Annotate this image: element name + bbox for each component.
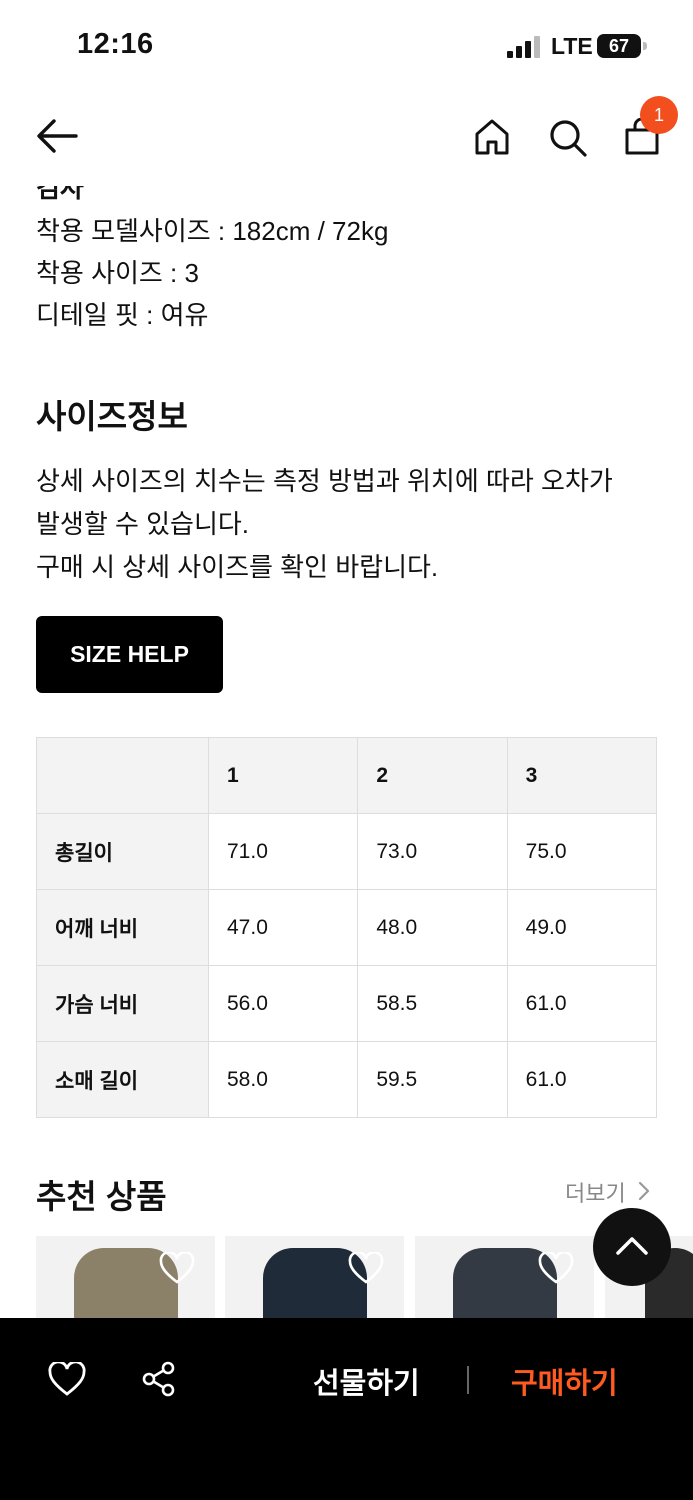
row-label: 가슴 너비 [36, 965, 209, 1042]
fit-line: 디테일 핏 : 여유 [36, 300, 209, 330]
header-cell [36, 737, 209, 814]
table-cell: 73.0 [357, 813, 508, 890]
product-detail-info: 검사 착용 모델사이즈 : 182cm / 72kg 착용 사이즈 : 3 디테… [36, 186, 656, 336]
table-cell: 71.0 [207, 813, 359, 890]
home-icon[interactable] [474, 118, 510, 156]
heart-icon[interactable] [538, 1252, 574, 1284]
top-nav [0, 96, 693, 176]
table-cell: 58.5 [357, 965, 508, 1042]
header-cell: 1 [207, 737, 359, 814]
status-time: 12:16 [77, 28, 154, 60]
cart-count-badge: 1 [640, 96, 678, 134]
header-cell: 3 [506, 737, 658, 814]
recommend-title: 추천 상품 [36, 1178, 167, 1215]
table-cell: 59.5 [357, 1041, 508, 1118]
battery-icon: 67 [597, 34, 641, 58]
search-icon[interactable] [548, 118, 588, 158]
table-row: 가슴 너비 56.0 58.5 61.0 [36, 965, 658, 1042]
gift-button[interactable]: 선물하기 [313, 1360, 420, 1402]
worn-size-line: 착용 사이즈 : 3 [36, 258, 199, 288]
table-cell: 47.0 [207, 889, 359, 966]
battery-tip [643, 42, 647, 50]
status-bar: 12:16 LTE 67 [0, 0, 693, 90]
table-cell: 58.0 [207, 1041, 359, 1118]
table-row: 어깨 너비 47.0 48.0 49.0 [36, 889, 658, 966]
table-row: 총길이 71.0 73.0 75.0 [36, 813, 658, 890]
heart-icon[interactable] [348, 1252, 384, 1284]
row-label: 총길이 [36, 813, 209, 890]
divider [467, 1366, 469, 1394]
table-row: 소매 길이 58.0 59.5 61.0 [36, 1041, 658, 1118]
clipped-heading: 검사 [36, 186, 84, 203]
table-cell: 61.0 [506, 1041, 658, 1118]
bottom-action-bar: 선물하기 구매하기 [0, 1318, 693, 1500]
size-table: 1 2 3 총길이 71.0 73.0 75.0 어깨 너비 47.0 48.0… [36, 737, 658, 1118]
share-icon[interactable] [141, 1361, 177, 1397]
size-table-header: 1 2 3 [36, 737, 658, 814]
chevron-right-icon[interactable] [636, 1180, 652, 1202]
more-link[interactable]: 더보기 [565, 1176, 626, 1208]
signal-icon [507, 36, 540, 58]
row-label: 어깨 너비 [36, 889, 209, 966]
product-card[interactable] [36, 1236, 215, 1320]
row-label: 소매 길이 [36, 1041, 209, 1118]
buy-button[interactable]: 구매하기 [511, 1360, 618, 1402]
table-cell: 49.0 [506, 889, 658, 966]
network-label: LTE [551, 33, 593, 59]
back-arrow-icon[interactable] [36, 118, 78, 154]
heart-icon[interactable] [48, 1362, 86, 1396]
table-cell: 61.0 [506, 965, 658, 1042]
product-card[interactable] [415, 1236, 594, 1320]
table-cell: 75.0 [506, 813, 658, 890]
scroll-to-top-button[interactable] [593, 1208, 671, 1286]
size-info-title: 사이즈정보 [36, 398, 188, 435]
table-cell: 56.0 [207, 965, 359, 1042]
heart-icon[interactable] [159, 1252, 195, 1284]
table-cell: 48.0 [357, 889, 508, 966]
product-card[interactable] [225, 1236, 404, 1320]
size-info-description: 상세 사이즈의 치수는 측정 방법과 위치에 따라 오차가 발생할 수 있습니다… [36, 466, 613, 582]
size-help-button[interactable]: SIZE HELP [36, 616, 223, 693]
chevron-up-icon [616, 1237, 648, 1255]
header-cell: 2 [357, 737, 508, 814]
model-size-line: 착용 모델사이즈 : 182cm / 72kg [36, 216, 389, 246]
